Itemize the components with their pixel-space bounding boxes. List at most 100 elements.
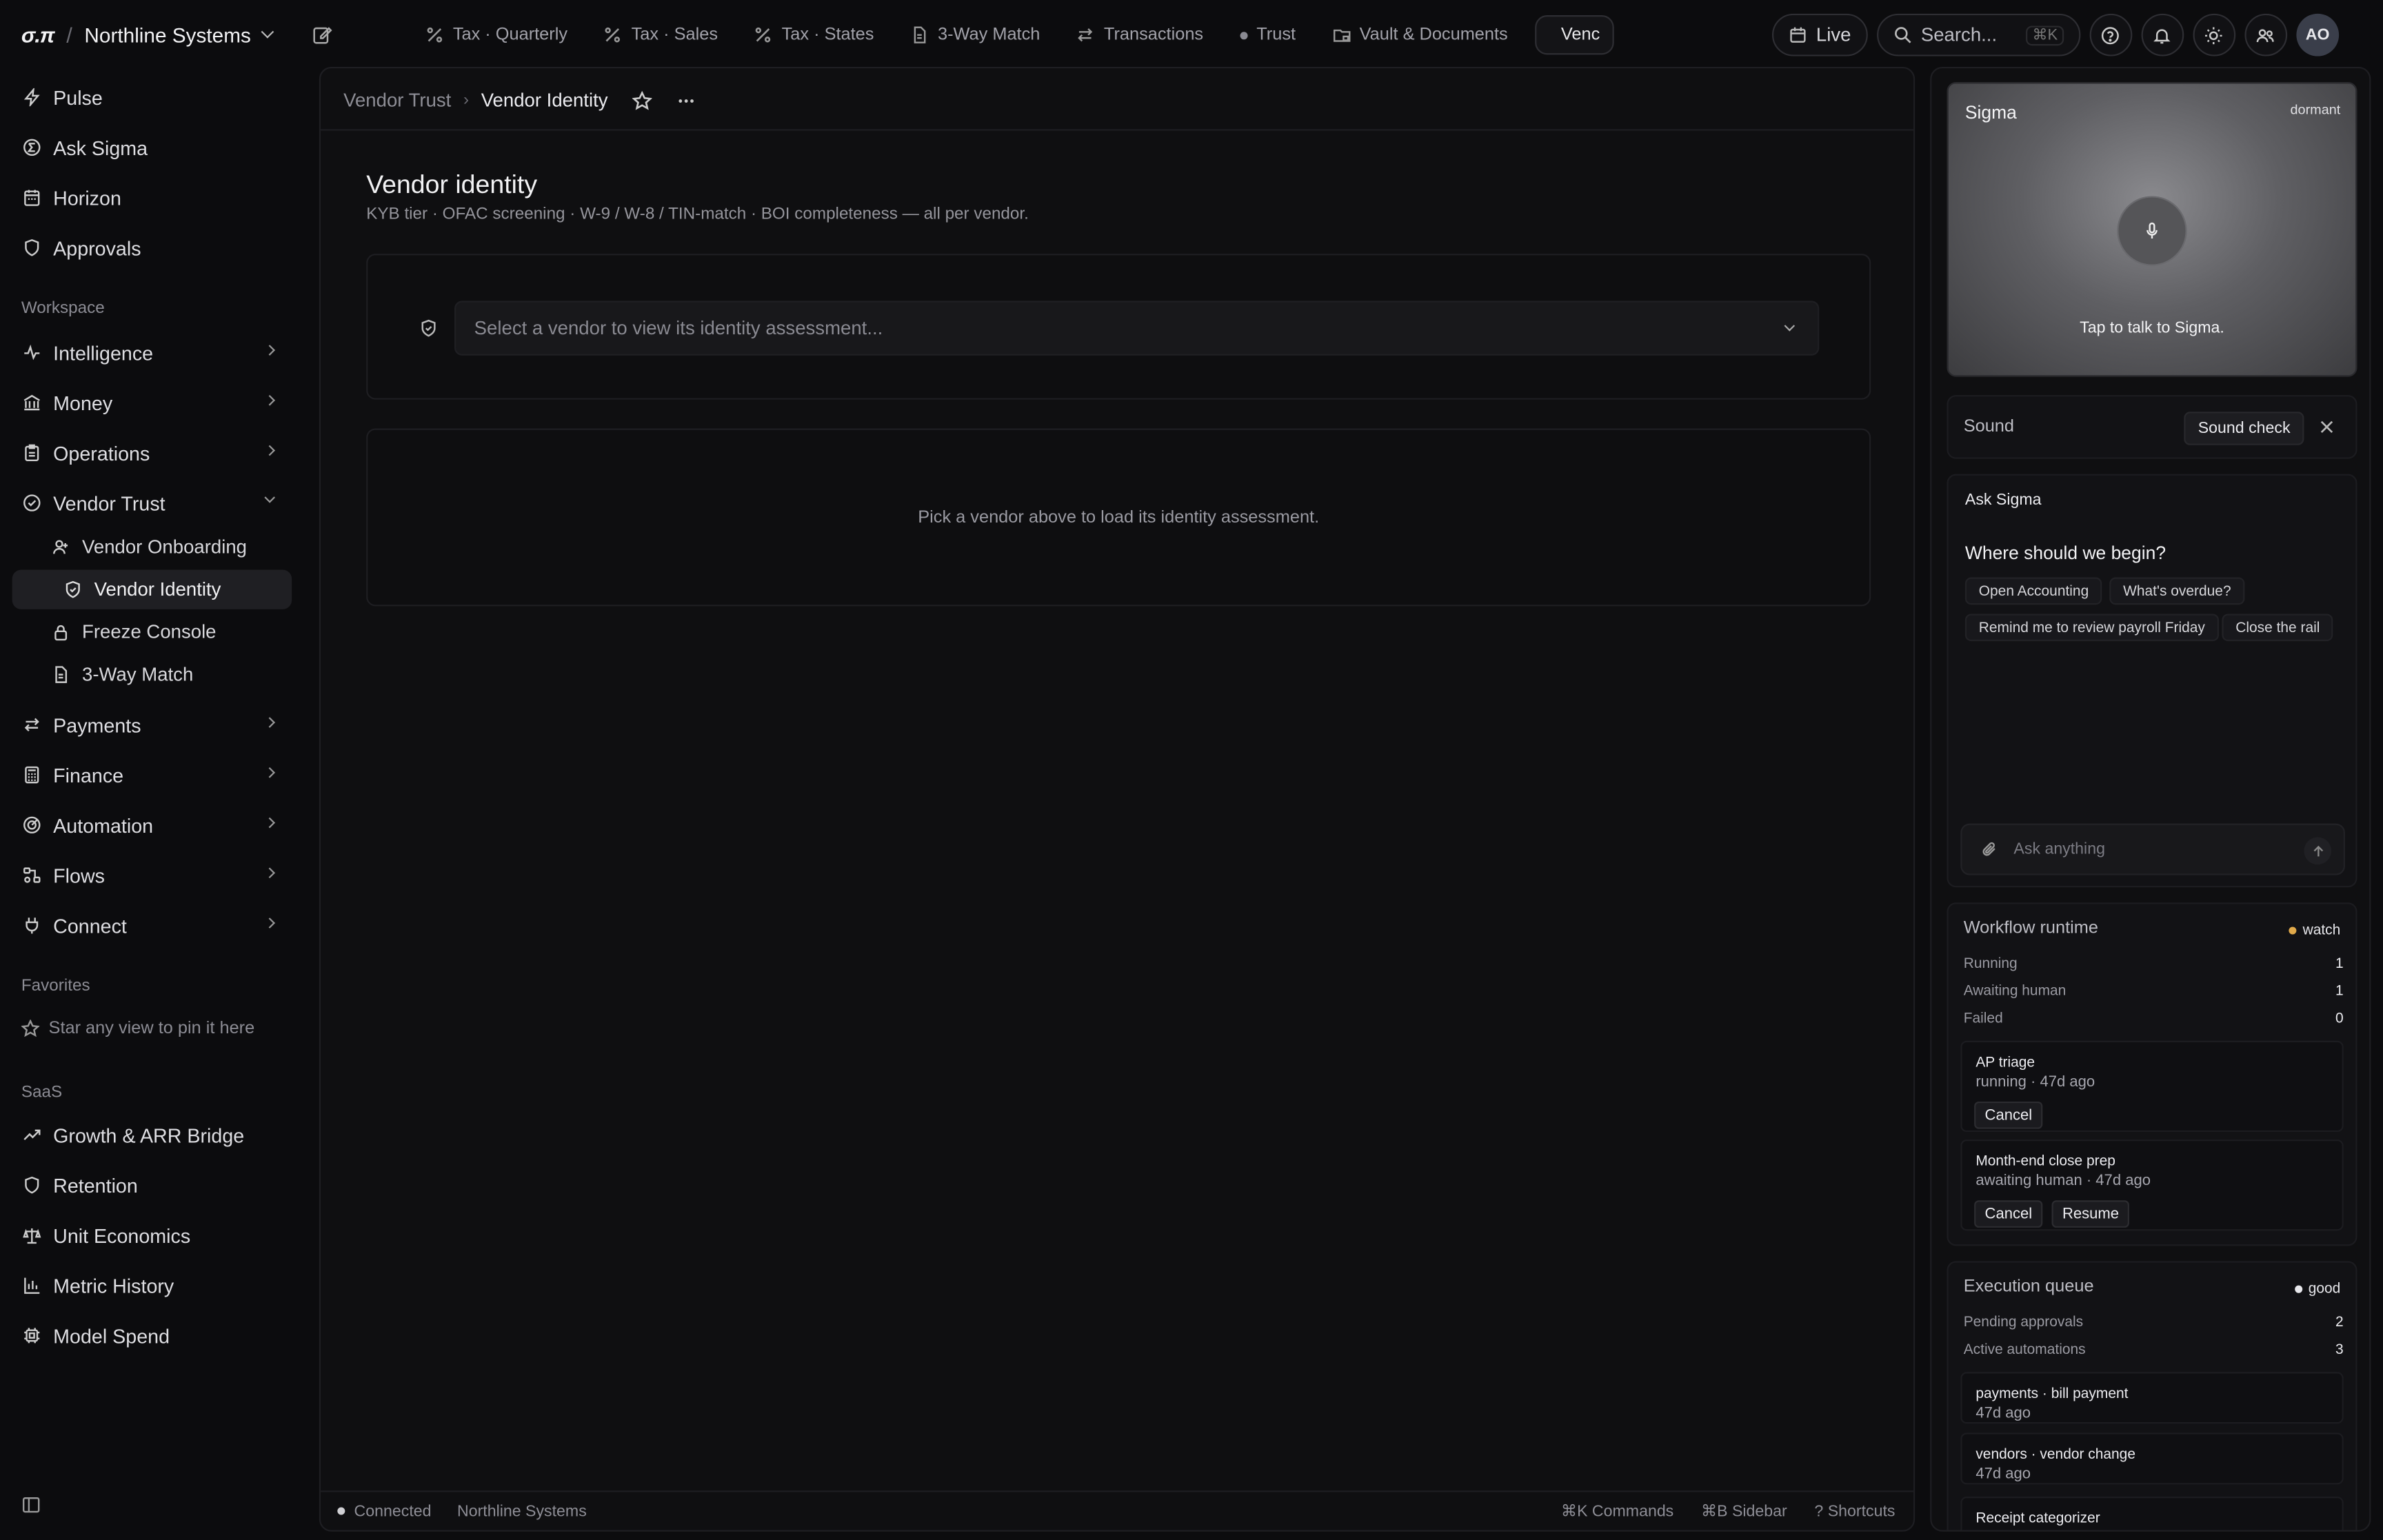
cancel-button[interactable]: Cancel [1974, 1200, 2043, 1228]
chevron-right-icon [264, 345, 276, 356]
sidebar-item-3-way-match[interactable]: 3-Way Match [52, 655, 292, 694]
tab-trust[interactable]: Trust [1222, 0, 1314, 70]
sidebar-item-label: Flows [53, 864, 105, 887]
sidebar-item-label: Retention [53, 1173, 138, 1197]
tab-vault-documents[interactable]: Vault & Documents [1314, 0, 1527, 70]
more-horizontal-icon[interactable] [676, 90, 696, 110]
suggestion-chip[interactable]: Open Accounting [1964, 577, 2103, 605]
sidebar-item-label: Unit Economics [53, 1224, 191, 1247]
sidebar-item-ask-sigma[interactable]: Ask Sigma [12, 128, 292, 167]
ask-sigma-question: Where should we begin? [1964, 542, 2166, 564]
ask-input[interactable]: Ask anything [1960, 823, 2345, 875]
favorites-hint: Star any view to pin it here [21, 1019, 254, 1037]
sidebar-item-money[interactable]: Money [12, 383, 292, 422]
sidebar-item-pulse[interactable]: Pulse [12, 77, 292, 116]
status-badge-label: watch [2302, 922, 2341, 940]
star-icon[interactable] [632, 90, 652, 110]
tab-label: Venc [1560, 26, 1600, 44]
commands-hint[interactable]: ⌘K Commands [1561, 1502, 1673, 1520]
empty-state-card: Pick a vendor above to load its identity… [366, 428, 1871, 607]
team-button[interactable] [2244, 13, 2288, 57]
send-button[interactable] [2304, 837, 2332, 865]
tab-vendor-identity[interactable]: Venc [1535, 15, 1615, 55]
sidebar-item-unit-economics[interactable]: Unit Economics [12, 1215, 292, 1255]
sidebar-item-vendor-trust[interactable]: Vendor Trust [12, 483, 292, 523]
sidebar-item-label: Approvals [53, 236, 141, 259]
queue-item[interactable]: Receipt categorizer [1960, 1497, 2344, 1530]
sidebar-toggle-icon[interactable] [21, 1495, 41, 1515]
tab-label: Tax · Quarterly [452, 26, 568, 44]
tab-3-way-match[interactable]: 3-Way Match [892, 0, 1058, 70]
workflow-runtime-panel: Workflow runtime watch Running 1 Awaitin… [1947, 902, 2357, 1246]
help-button[interactable] [2089, 13, 2133, 57]
theme-toggle-button[interactable] [2193, 13, 2236, 57]
star-icon [21, 1019, 40, 1037]
suggestion-chip[interactable]: What's overdue? [2109, 577, 2245, 605]
sidebar-item-horizon[interactable]: Horizon [12, 178, 292, 217]
sidebar-item-intelligence[interactable]: Intelligence [12, 333, 292, 372]
sigma-state-badge: dormant [2290, 101, 2341, 117]
notifications-button[interactable] [2141, 13, 2184, 57]
avatar[interactable]: AO [2296, 13, 2339, 57]
sidebar-hint[interactable]: ⌘B Sidebar [1701, 1502, 1787, 1520]
stat-label: Failed [1963, 1010, 2003, 1027]
org-switcher[interactable]: Northline Systems [84, 23, 250, 46]
chevron-right-icon [264, 867, 276, 879]
queue-item[interactable]: vendors · vendor change 47d ago [1960, 1432, 2344, 1485]
sidebar-item-label: Model Spend [53, 1324, 170, 1347]
resume-button[interactable]: Resume [2051, 1200, 2130, 1228]
sidebar-item-retention[interactable]: Retention [12, 1166, 292, 1205]
tab-tax-sales[interactable]: Tax · Sales [586, 0, 736, 70]
folder-lock-icon [1332, 29, 1350, 42]
section-label-favorites: Favorites [21, 977, 90, 995]
breadcrumb-parent[interactable]: Vendor Trust [343, 90, 451, 111]
sidebar-item-finance[interactable]: Finance [12, 755, 292, 794]
stat-row: Pending approvals 2 [1964, 1315, 2344, 1331]
search-input[interactable]: Search... ⌘K [1876, 13, 2081, 57]
sidebar-item-freeze-console[interactable]: Freeze Console [52, 612, 292, 651]
shortcuts-hint[interactable]: ? Shortcuts [1814, 1502, 1895, 1520]
mic-button[interactable] [2117, 196, 2187, 266]
tab-transactions[interactable]: Transactions [1058, 0, 1222, 70]
compose-icon[interactable] [312, 24, 333, 45]
search-shortcut: ⌘K [2026, 25, 2064, 45]
sidebar-item-automation[interactable]: Automation [12, 805, 292, 844]
sidebar-item-flows[interactable]: Flows [12, 855, 292, 895]
sidebar-item-vendor-onboarding[interactable]: Vendor Onboarding [52, 527, 292, 567]
sidebar-item-vendor-identity[interactable]: Vendor Identity [12, 569, 292, 609]
sidebar-item-payments[interactable]: Payments [12, 705, 292, 744]
cancel-button[interactable]: Cancel [1974, 1101, 2043, 1129]
suggestion-chip[interactable]: Remind me to review payroll Friday [1964, 614, 2219, 642]
tab-label: 3-Way Match [937, 26, 1040, 44]
suggestion-chip[interactable]: Close the rail [2222, 614, 2334, 642]
paperclip-icon[interactable] [1980, 840, 1998, 858]
connection-label: Connected [354, 1501, 432, 1521]
app-root: σ.π / Northline Systems Tax · Quarterly … [0, 0, 2383, 1540]
sigma-tap-hint: Tap to talk to Sigma. [2080, 318, 2224, 338]
sound-check-button[interactable]: Sound check [2184, 412, 2304, 445]
document-icon [55, 666, 68, 683]
close-icon[interactable] [2317, 418, 2335, 436]
chevron-down-icon[interactable] [261, 25, 274, 39]
microphone-icon [2146, 222, 2158, 239]
sidebar-item-connect[interactable]: Connect [12, 906, 292, 945]
pulse-line-icon [24, 344, 40, 361]
live-button[interactable]: Live [1771, 13, 1868, 57]
vendor-select[interactable]: Select a vendor to view its identity ass… [454, 301, 1820, 356]
sidebar-item-model-spend[interactable]: Model Spend [12, 1316, 292, 1355]
tab-tax-quarterly[interactable]: Tax · Quarterly [408, 0, 586, 70]
stat-label: Active automations [1963, 1341, 2086, 1359]
sound-label: Sound [1963, 418, 2015, 436]
sidebar-item-growth-arr[interactable]: Growth & ARR Bridge [12, 1115, 292, 1155]
queue-item-status: 47d ago [1975, 1466, 2031, 1483]
tab-label: Transactions [1103, 26, 1204, 44]
sidebar-item-metric-history[interactable]: Metric History [12, 1266, 292, 1305]
app-logo[interactable]: σ.π [21, 23, 55, 47]
sidebar-item-approvals[interactable]: Approvals [12, 228, 292, 267]
users-icon [2257, 28, 2275, 42]
sidebar-item-operations[interactable]: Operations [12, 433, 292, 472]
queue-item[interactable]: payments · bill payment 47d ago [1960, 1372, 2344, 1424]
tab-label: Trust [1256, 26, 1296, 44]
brand-separator: / [66, 23, 72, 48]
tab-tax-states[interactable]: Tax · States [736, 0, 892, 70]
